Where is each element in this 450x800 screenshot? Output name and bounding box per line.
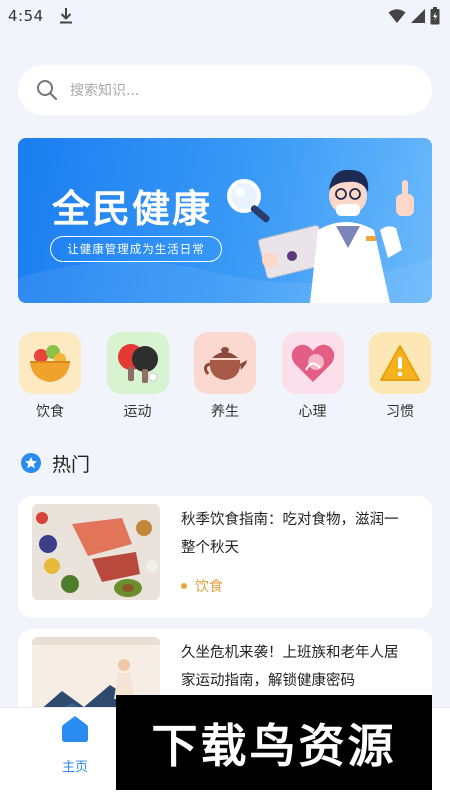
category-grid: 饮食 运动 养生 心理 习惯: [18, 332, 432, 422]
food-bowl-icon: [30, 345, 70, 382]
article-title: 久坐危机来袭！上班族和老年人居家运动指南，解锁健康密码: [181, 645, 399, 689]
nav-home-label: 主页: [61, 760, 88, 775]
watermark-text: 下载鸟资源: [151, 718, 397, 773]
category-mental[interactable]: 心理: [281, 332, 345, 422]
status-icons: [388, 7, 440, 25]
article-card[interactable]: 秋季饮食指南：吃对食物，滋润一整个秋天 饮食: [18, 496, 432, 618]
star-badge-icon: [21, 453, 41, 473]
banner-subtitle: 让健康管理成为生活日常: [50, 236, 222, 262]
signal-icon: [411, 9, 425, 23]
category-wellness[interactable]: 养生: [193, 332, 257, 422]
nav-item-home[interactable]: 主页: [50, 714, 100, 794]
article-tag-label: 饮食: [195, 579, 223, 595]
search-placeholder: 搜索知识...: [70, 83, 140, 99]
status-bar: 4:54: [0, 0, 450, 32]
tag-dot: [181, 583, 187, 589]
promo-banner[interactable]: 全民健康 让健康管理成为生活日常: [18, 138, 432, 303]
battery-icon: [430, 7, 440, 25]
hot-section-header: 热门: [20, 450, 90, 476]
category-label: 习惯: [386, 404, 414, 420]
category-label: 运动: [123, 404, 152, 420]
category-label: 养生: [211, 404, 239, 420]
category-label: 饮食: [36, 404, 64, 420]
ping-pong-icon: [117, 344, 158, 383]
teapot-icon: [203, 347, 247, 380]
category-tile: [369, 332, 431, 394]
category-label: 心理: [298, 404, 327, 420]
category-food[interactable]: 饮食: [18, 332, 82, 422]
heart-icon: [291, 344, 334, 382]
category-tile: [19, 332, 81, 394]
category-tile: [194, 332, 256, 394]
banner-title: 全民健康: [52, 187, 213, 231]
article-thumbnail-food: [32, 504, 160, 600]
home-icon: [62, 716, 88, 742]
category-sports[interactable]: 运动: [106, 332, 170, 422]
download-icon: [59, 8, 72, 24]
warning-icon: [380, 345, 420, 381]
article-title: 秋季饮食指南：吃对食物，滋润一整个秋天: [181, 512, 399, 556]
wifi-icon: [388, 9, 406, 23]
category-tile: [106, 332, 169, 394]
category-tile: [281, 332, 344, 394]
article-tag: 饮食: [181, 576, 223, 596]
search-icon: [37, 80, 58, 101]
search-input[interactable]: 搜索知识...: [18, 65, 432, 115]
category-habits[interactable]: 习惯: [368, 332, 432, 422]
hot-section-title: 热门: [52, 453, 91, 476]
watermark: 下载鸟资源: [116, 695, 432, 790]
status-time: 4:54: [8, 7, 44, 25]
